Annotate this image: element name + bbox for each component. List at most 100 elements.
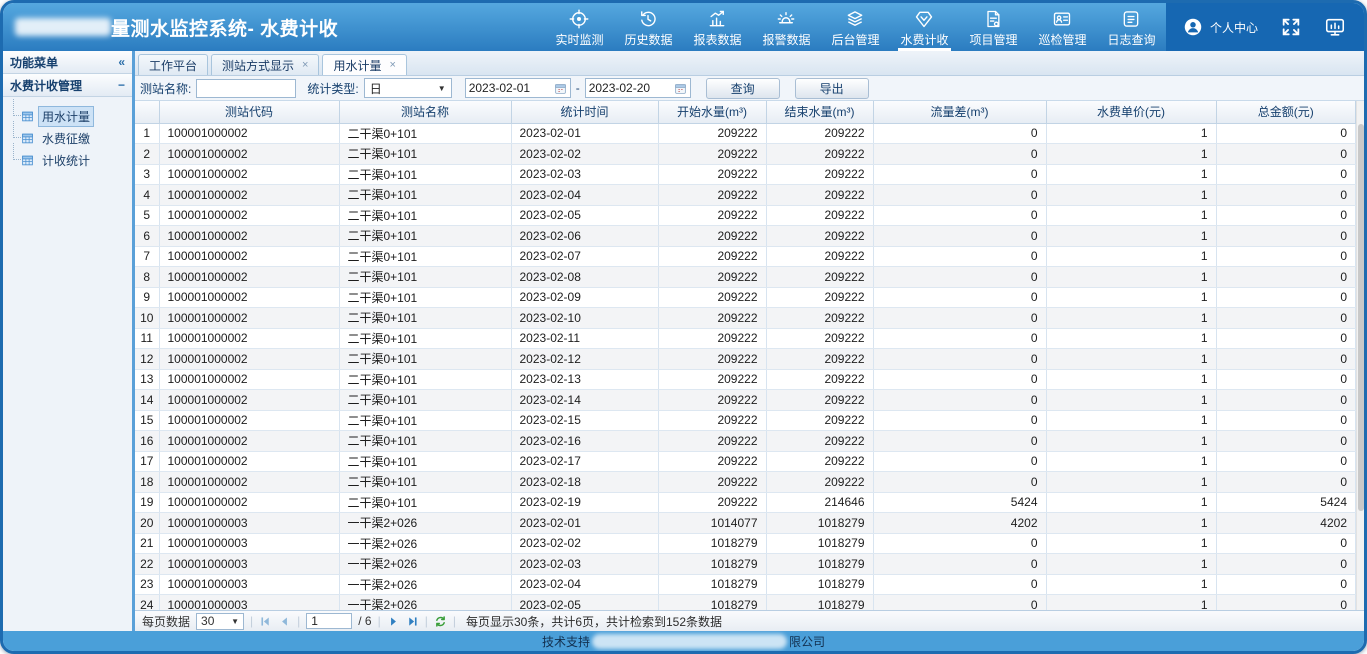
table-cell: 209222 [658,164,766,185]
separator: | [250,614,253,628]
first-page-icon[interactable] [259,615,272,628]
refresh-icon[interactable] [434,615,447,628]
station-name-input[interactable] [196,79,296,98]
sidebar-item-用水计量[interactable]: 用水计量 [6,105,129,127]
sidebar-collapse-icon[interactable]: « [118,55,125,69]
table-row[interactable]: 14100001000002二干渠0+1012023-02-1420922220… [135,390,1356,411]
table-row[interactable]: 5100001000002二干渠0+1012023-02-05209222209… [135,205,1356,226]
table-cell: 1 [1046,164,1216,185]
sidebar-item-label: 用水计量 [38,106,94,127]
table-cell: 2023-02-15 [511,410,658,431]
table-cell: 209222 [658,246,766,267]
table-row[interactable]: 8100001000002二干渠0+1012023-02-08209222209… [135,267,1356,288]
vertical-scrollbar[interactable] [1356,101,1364,610]
per-page-select[interactable]: 30 ▼ [196,613,244,630]
table-cell: 0 [873,185,1046,206]
fullscreen-icon[interactable] [1280,16,1302,38]
sidebar-item-计收统计[interactable]: 计收统计 [6,149,129,171]
tab-测站方式显示[interactable]: 测站方式显示× [211,54,319,75]
date-from-input[interactable]: 2023-02-01 [465,78,571,98]
table-cell: 2023-02-02 [511,144,658,165]
date-to-input[interactable]: 2023-02-20 [585,78,691,98]
data-table: 测站代码测站名称统计时间开始水量(m³)结束水量(m³)流量差(m³)水费单价(… [135,101,1356,610]
stat-type-select[interactable]: 日 ▼ [364,78,452,98]
nav-item-id-card[interactable]: 巡检管理 [1028,3,1097,51]
table-row[interactable]: 10100001000002二干渠0+1012023-02-1020922220… [135,308,1356,329]
table-row[interactable]: 15100001000002二干渠0+1012023-02-1520922220… [135,410,1356,431]
table-cell: 0 [873,349,1046,370]
export-button[interactable]: 导出 [795,78,869,99]
table-row[interactable]: 2100001000002二干渠0+1012023-02-02209222209… [135,144,1356,165]
table-cell: 1018279 [766,595,873,611]
table-row[interactable]: 22100001000003一干渠2+0262023-02-0310182791… [135,554,1356,575]
monitor-chart-icon[interactable] [1324,16,1346,38]
tab-用水计量[interactable]: 用水计量× [322,54,406,75]
collapse-minus-icon[interactable]: − [118,78,125,92]
alarm-icon [776,9,796,29]
scrollbar-thumb[interactable] [1358,124,1364,511]
nav-item-project-doc[interactable]: 项目管理 [959,3,1028,51]
table-cell: 0 [873,267,1046,288]
table-row[interactable]: 11100001000002二干渠0+1012023-02-1120922220… [135,328,1356,349]
sidebar-section-header[interactable]: 水费计收管理 − [3,74,132,97]
table-row[interactable]: 6100001000002二干渠0+1012023-02-06209222209… [135,226,1356,247]
table-cell: 1018279 [658,574,766,595]
nav-item-log-doc[interactable]: 日志查询 [1097,3,1166,51]
calendar-icon[interactable] [554,82,567,95]
user-center-button[interactable]: 个人中心 [1182,16,1258,38]
table-row[interactable]: 19100001000002二干渠0+1012023-02-1920922221… [135,492,1356,513]
page-number-input[interactable] [306,613,352,629]
table-cell: 二干渠0+101 [339,472,511,493]
pagination-bar: 每页数据 30 ▼ | | / 6 | [135,610,1364,631]
column-header[interactable]: 流量差(m³) [873,101,1046,123]
table-cell: 0 [1216,595,1356,611]
prev-page-icon[interactable] [278,615,291,628]
column-header[interactable]: 结束水量(m³) [766,101,873,123]
table-cell: 100001000002 [159,492,339,513]
table-row[interactable]: 12100001000002二干渠0+1012023-02-1220922220… [135,349,1356,370]
table-cell: 100001000002 [159,451,339,472]
id-card-icon [1052,9,1072,29]
table-row[interactable]: 13100001000002二干渠0+1012023-02-1320922220… [135,369,1356,390]
table-row[interactable]: 20100001000003一干渠2+0262023-02-0110140771… [135,513,1356,534]
table-cell: 100001000003 [159,554,339,575]
nav-item-target[interactable]: 实时监测 [545,3,614,51]
column-header[interactable]: 测站代码 [159,101,339,123]
table-cell: 209222 [766,390,873,411]
table-row[interactable]: 3100001000002二干渠0+1012023-02-03209222209… [135,164,1356,185]
table-cell: 2023-02-07 [511,246,658,267]
column-header[interactable]: 统计时间 [511,101,658,123]
close-icon[interactable]: × [389,60,395,71]
nav-item-history[interactable]: 历史数据 [614,3,683,51]
table-row[interactable]: 21100001000003一干渠2+0262023-02-0210182791… [135,533,1356,554]
table-row[interactable]: 7100001000002二干渠0+1012023-02-07209222209… [135,246,1356,267]
table-row[interactable]: 18100001000002二干渠0+1012023-02-1820922220… [135,472,1356,493]
row-index-cell: 9 [135,287,159,308]
total-pages-label: / 6 [358,614,371,628]
table-row[interactable]: 1100001000002二干渠0+1012023-02-01209222209… [135,123,1356,144]
column-header[interactable]: 水费单价(元) [1046,101,1216,123]
table-row[interactable]: 23100001000003一干渠2+0262023-02-0410182791… [135,574,1356,595]
tab-工作平台[interactable]: 工作平台 [138,54,208,75]
column-header[interactable]: 测站名称 [339,101,511,123]
nav-item-diamond-check[interactable]: 水费计收 [890,3,959,51]
nav-item-alarm[interactable]: 报警数据 [752,3,821,51]
table-row[interactable]: 16100001000002二干渠0+1012023-02-1620922220… [135,431,1356,452]
sidebar-item-水费征缴[interactable]: 水费征缴 [6,127,129,149]
nav-item-report-chart[interactable]: 报表数据 [683,3,752,51]
table-cell: 209222 [658,410,766,431]
table-cell: 2023-02-17 [511,451,658,472]
nav-item-layers[interactable]: 后台管理 [821,3,890,51]
table-cell: 0 [873,328,1046,349]
last-page-icon[interactable] [406,615,419,628]
query-button[interactable]: 查询 [706,78,780,99]
next-page-icon[interactable] [387,615,400,628]
table-row[interactable]: 4100001000002二干渠0+1012023-02-04209222209… [135,185,1356,206]
table-row[interactable]: 24100001000003一干渠2+0262023-02-0510182791… [135,595,1356,611]
table-row[interactable]: 17100001000002二干渠0+1012023-02-1720922220… [135,451,1356,472]
close-icon[interactable]: × [302,60,308,71]
table-row[interactable]: 9100001000002二干渠0+1012023-02-09209222209… [135,287,1356,308]
column-header[interactable]: 总金额(元) [1216,101,1356,123]
column-header[interactable]: 开始水量(m³) [658,101,766,123]
calendar-icon[interactable] [674,82,687,95]
